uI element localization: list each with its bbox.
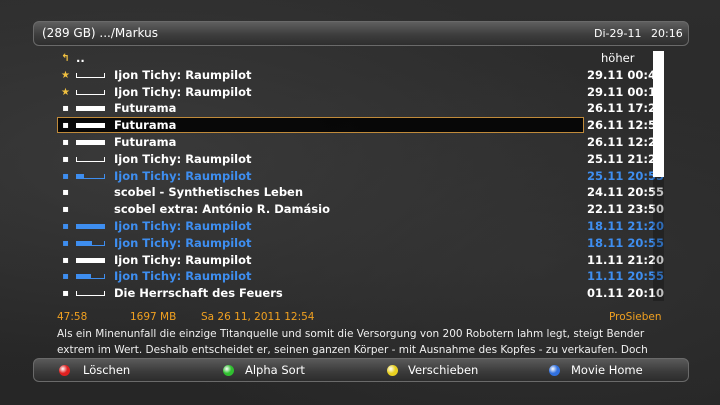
progress-bar	[76, 156, 105, 162]
recording-info: 47:58 1697 MB Sa 26 11, 2011 12:54 ProSi…	[57, 310, 667, 324]
recording-date: Sa 26 11, 2011 12:54	[201, 311, 315, 323]
recording-icon: ▪	[62, 237, 69, 249]
movie-row[interactable]: ▪ Ijon Tichy: Raumpilot 18.11 21:20	[57, 218, 664, 235]
progress-bar	[76, 89, 105, 95]
progress-fill	[77, 257, 104, 262]
progress-fill	[77, 223, 104, 228]
recording-icon: ▪	[62, 153, 69, 165]
movie-title: scobel - Synthetisches Leben	[114, 185, 304, 200]
channel-name: ProSieben	[609, 311, 662, 323]
movie-title: Ijon Tichy: Raumpilot	[114, 168, 252, 183]
progress-fill	[77, 123, 104, 128]
title-bar: (289 GB) .../Markus Di-29-11 20:16	[33, 21, 689, 46]
description-text: Als ein Minenunfall die einzige Titanque…	[57, 328, 648, 356]
recording-icon: ▪	[62, 103, 69, 115]
recording-icon: ▪	[62, 170, 69, 182]
movie-title: Ijon Tichy: Raumpilot	[114, 218, 252, 233]
recording-icon: ▪	[62, 271, 69, 283]
back-folder-icon: ↰	[61, 53, 70, 64]
recording-icon: ▪	[62, 136, 69, 148]
color-key-label: Alpha Sort	[245, 363, 305, 377]
parent-folder-label: ..	[76, 51, 85, 65]
movie-title: Ijon Tichy: Raumpilot	[114, 84, 252, 99]
movie-title: Ijon Tichy: Raumpilot	[114, 269, 252, 284]
recording-icon: ▪	[62, 288, 69, 300]
movie-row[interactable]: ▪ Futurama 26.11 17:26	[57, 100, 664, 117]
recording-icon: ▪	[62, 204, 69, 216]
progress-bar	[76, 240, 105, 246]
color-key-label: Movie Home	[571, 363, 643, 377]
header-time: 20:16	[651, 27, 683, 40]
color-key-dot-icon	[549, 365, 560, 376]
progress-bar	[76, 72, 105, 78]
movie-list: ↰ .. höher ★ Ijon Tichy: Raumpilot 29.11 0…	[57, 50, 664, 302]
progress-bar	[76, 223, 105, 229]
file-size: 1697 MB	[130, 311, 177, 323]
movie-row[interactable]: ★ Ijon Tichy: Raumpilot 29.11 00:15	[57, 84, 664, 101]
movie-title: Die Herrschaft des Feuers	[114, 286, 283, 301]
new-recording-star-icon: ★	[61, 69, 70, 81]
recording-icon: ▪	[62, 187, 69, 199]
movie-row[interactable]: ▪ Ijon Tichy: Raumpilot 18.11 20:55	[57, 235, 664, 252]
sort-order-label: höher	[601, 51, 635, 65]
movie-row[interactable]: ▪ Futurama 26.11 12:26	[57, 134, 664, 151]
progress-fill	[77, 106, 104, 111]
color-key-label: Verschieben	[408, 363, 479, 377]
progress-bar	[76, 257, 105, 263]
progress-fill	[77, 139, 104, 144]
progress-bar	[76, 123, 105, 129]
movie-row[interactable]: ▪ Die Herrschaft des Feuers 01.11 20:10	[57, 285, 664, 302]
movie-row[interactable]: ▪ scobel - Synthetisches Leben 24.11 20:55	[57, 184, 664, 201]
movie-title: Futurama	[114, 101, 177, 116]
movie-row[interactable]: ▪ Ijon Tichy: Raumpilot 11.11 21:20	[57, 252, 664, 269]
movie-title: Ijon Tichy: Raumpilot	[114, 235, 252, 250]
recording-icon: ▪	[62, 254, 69, 266]
parent-folder-row[interactable]: ↰ .. höher	[57, 50, 653, 67]
recording-icon: ▪	[62, 220, 69, 232]
progress-fill	[77, 240, 92, 245]
movie-title: scobel extra: António R. Damásio	[114, 202, 330, 217]
duration: 47:58	[57, 311, 88, 323]
movie-title: Futurama	[114, 118, 177, 133]
new-recording-star-icon: ★	[61, 86, 70, 98]
movie-title: Ijon Tichy: Raumpilot	[114, 252, 252, 267]
movie-row[interactable]: ▪ Futurama 26.11 12:54	[57, 117, 664, 134]
color-key-dot-icon	[387, 365, 398, 376]
color-key-bar: Löschen Alpha Sort Verschieben Movie Home	[33, 358, 689, 382]
movie-row[interactable]: ▪ Ijon Tichy: Raumpilot 11.11 20:55	[57, 268, 664, 285]
color-key-dot-icon	[223, 365, 234, 376]
movie-title: Futurama	[114, 134, 177, 149]
color-key-label: Löschen	[83, 363, 131, 377]
movie-row[interactable]: ★ Ijon Tichy: Raumpilot 29.11 00:40	[57, 67, 664, 84]
color-key-dot-icon	[59, 365, 70, 376]
movie-row[interactable]: ▪ Ijon Tichy: Raumpilot 25.11 21:20	[57, 151, 664, 168]
movie-row[interactable]: ▪ scobel extra: António R. Damásio 22.11 2…	[57, 201, 664, 218]
scrollbar[interactable]	[653, 51, 664, 301]
progress-fill	[77, 274, 91, 279]
header-date: Di-29-11	[594, 27, 642, 40]
folder-title: (289 GB) .../Markus	[42, 26, 158, 40]
progress-bar	[76, 173, 105, 179]
progress-bar	[76, 291, 105, 297]
movie-title: Ijon Tichy: Raumpilot	[114, 67, 252, 82]
progress-bar	[76, 106, 105, 112]
movie-title: Ijon Tichy: Raumpilot	[114, 151, 252, 166]
progress-bar	[76, 274, 105, 280]
scrollbar-thumb[interactable]	[653, 51, 664, 177]
movie-row[interactable]: ▪ Ijon Tichy: Raumpilot 25.11 20:55	[57, 168, 664, 185]
recording-icon: ▪	[62, 120, 69, 132]
progress-fill	[77, 173, 84, 178]
progress-bar	[76, 139, 105, 145]
